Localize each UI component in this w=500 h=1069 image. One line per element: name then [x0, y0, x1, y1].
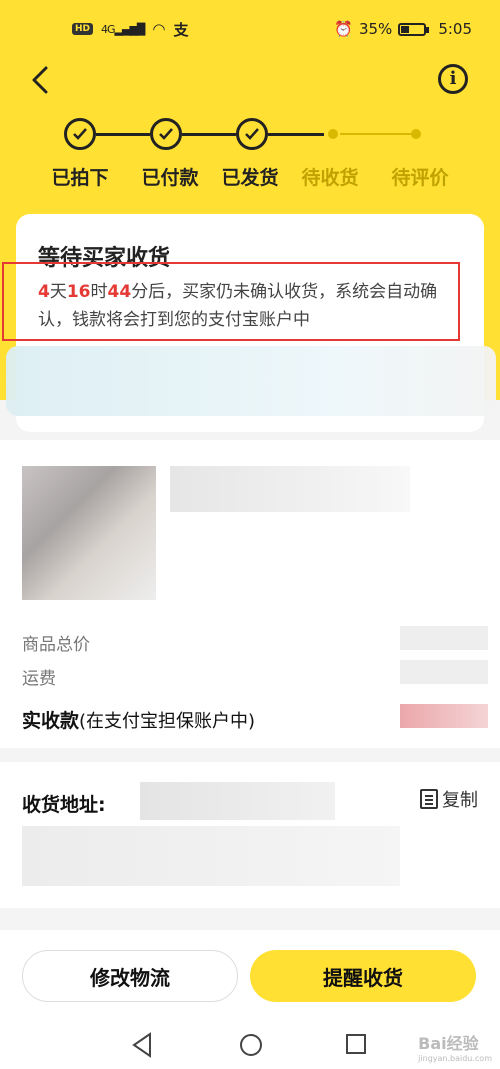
step-check-icon: [150, 118, 182, 150]
copy-address-button[interactable]: 复制: [420, 786, 478, 812]
address-label: 收货地址:: [22, 794, 106, 816]
step-pending-dot: [411, 129, 421, 139]
remind-receipt-button[interactable]: 提醒收货: [250, 950, 476, 1002]
back-arrow-icon[interactable]: [26, 64, 58, 96]
battery-icon: [398, 22, 430, 36]
blurred-address-text: [22, 826, 400, 886]
step-check-icon: [64, 118, 96, 150]
wifi-icon: ◠: [152, 20, 166, 38]
blurred-total-value: [400, 626, 488, 650]
step-connector: [182, 133, 236, 136]
step-connector: [268, 133, 324, 136]
recents-square-icon[interactable]: [344, 1032, 368, 1056]
battery-percent: 35%: [358, 20, 393, 38]
modify-logistics-button[interactable]: 修改物流: [22, 950, 238, 1002]
top-nav: i: [0, 58, 500, 102]
product-thumbnail[interactable]: [22, 466, 156, 600]
bottom-action-bar: 修改物流 提醒收货: [0, 930, 500, 1022]
step-label-to-receive: 待收货: [301, 167, 359, 189]
blurred-recipient: [140, 782, 335, 820]
step-connector: [96, 133, 150, 136]
blurred-product-title[interactable]: [170, 466, 410, 512]
step-check-icon: [236, 118, 268, 150]
annotation-highlight-box: [2, 262, 460, 341]
hd-indicator: HD: [72, 23, 94, 35]
home-circle-icon[interactable]: [238, 1032, 264, 1058]
copy-icon: [420, 789, 438, 809]
address-card: 收货地址: 复制: [0, 762, 500, 908]
clock-time: 5:05: [438, 20, 472, 38]
alarm-icon: ⏰: [334, 20, 353, 38]
system-navigation-bar: Bai经验 jingyan.baidu.com: [0, 1022, 500, 1069]
blurred-received-value: [400, 704, 488, 728]
step-connector-pending: [340, 133, 412, 135]
back-triangle-icon[interactable]: [130, 1032, 154, 1058]
total-price-label: 商品总价: [22, 635, 90, 655]
step-label-ordered: 已拍下: [51, 167, 109, 189]
step-pending-dot: [328, 129, 338, 139]
product-card: 商品总价 运费 实收款(在支付宝担保账户中): [0, 440, 500, 748]
status-bar: HD 4G▂▄▆█ ◠ 支 ⏰ 35% 5:05: [0, 0, 500, 58]
step-label-to-review: 待评价: [391, 167, 449, 189]
alipay-icon: 支: [173, 20, 189, 39]
received-amount-label: 实收款(在支付宝担保账户中): [22, 710, 256, 732]
baidu-watermark: Bai经验 jingyan.baidu.com: [418, 1034, 492, 1063]
shipping-label: 运费: [22, 669, 56, 689]
blurred-logistics-banner[interactable]: [6, 346, 496, 416]
blurred-shipping-value: [400, 660, 488, 684]
signal-icon: 4G▂▄▆█: [101, 22, 145, 36]
order-progress-steps: 已拍下 已付款 已发货 待收货 待评价: [0, 116, 500, 196]
info-icon[interactable]: i: [438, 64, 468, 94]
